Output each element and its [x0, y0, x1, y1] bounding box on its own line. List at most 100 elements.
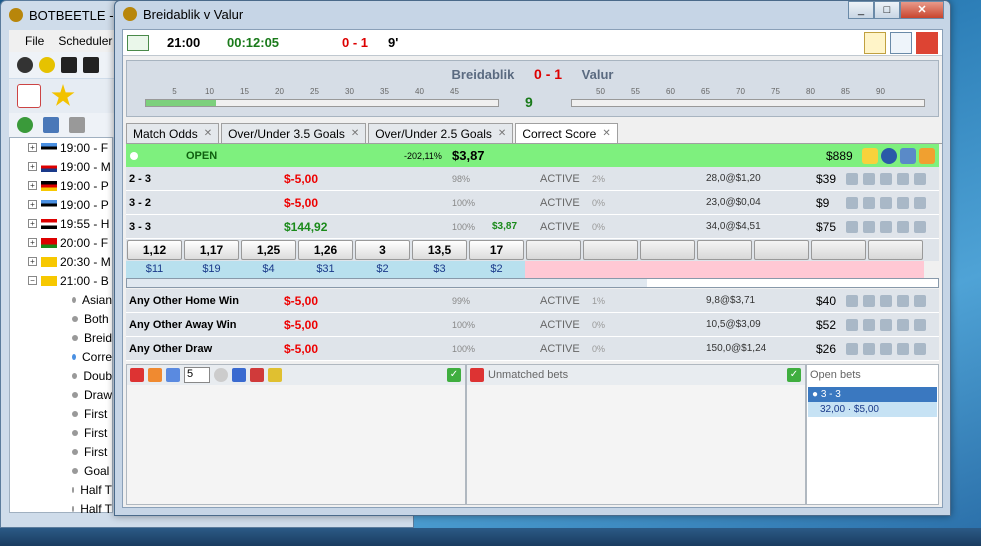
favorite-star-icon[interactable]: [862, 147, 878, 164]
pin-icon[interactable]: [916, 32, 938, 54]
stop-icon[interactable]: [214, 368, 228, 382]
close-icon[interactable]: [914, 294, 926, 307]
chart-icon[interactable]: [846, 294, 858, 307]
shield-yellow-icon[interactable]: [268, 368, 282, 382]
tab-market[interactable]: Over/Under 3.5 Goals ✕: [221, 123, 367, 143]
tree-market[interactable]: Half T: [10, 480, 112, 499]
ladder-price-button[interactable]: 1,17: [184, 240, 239, 260]
bars-icon[interactable]: [880, 318, 892, 331]
new-window-icon[interactable]: [890, 32, 912, 54]
ladder-scrollbar[interactable]: [126, 278, 939, 288]
unmatched-check-icon[interactable]: ✓: [787, 368, 801, 382]
chart-icon[interactable]: [846, 172, 858, 185]
minimize-button[interactable]: _: [848, 1, 874, 19]
tab-close-icon[interactable]: ✕: [498, 128, 506, 139]
tree-market[interactable]: Both: [10, 309, 112, 328]
filter-icon[interactable]: [43, 117, 59, 133]
ladder-price-button[interactable]: [640, 240, 695, 260]
tree-event[interactable]: +20:30 - M: [10, 252, 112, 271]
ladder-price-button[interactable]: 1,26: [298, 240, 353, 260]
tree-market[interactable]: Breid: [10, 328, 112, 347]
collapse-icon[interactable]: [897, 342, 909, 355]
soccer-icon[interactable]: [17, 57, 33, 73]
tools-icon[interactable]: [863, 318, 875, 331]
ladder-price-button[interactable]: 13,5: [412, 240, 467, 260]
ladder-price-button[interactable]: [697, 240, 752, 260]
stake-input[interactable]: 5: [184, 367, 210, 383]
tree-market[interactable]: Corre: [10, 347, 112, 366]
collapse-icon[interactable]: [897, 220, 909, 233]
horse-racing-icon[interactable]: [61, 57, 77, 73]
shield-blue-icon[interactable]: [232, 368, 246, 382]
maximize-button[interactable]: □: [874, 1, 900, 19]
shield-red-icon[interactable]: [250, 368, 264, 382]
tree-event[interactable]: +19:00 - M: [10, 157, 112, 176]
calendar-icon[interactable]: [17, 84, 41, 108]
bars-icon[interactable]: [880, 294, 892, 307]
close-icon[interactable]: [914, 172, 926, 185]
runner-row[interactable]: Any Other Home Win $-5,00 99% ACTIVE 1% 9,8@$…: [126, 289, 939, 313]
tree-event[interactable]: +20:00 - F: [10, 233, 112, 252]
chart-icon[interactable]: [846, 318, 858, 331]
runner-row[interactable]: 2 - 3 $-5,00 98% ACTIVE 2% 28,0@$1,20 $39: [126, 167, 939, 191]
tree-event[interactable]: +19:00 - P: [10, 176, 112, 195]
ladder-price-button[interactable]: [868, 240, 923, 260]
ladder-price-button[interactable]: [754, 240, 809, 260]
open-bet-detail[interactable]: 32,00 · $5,00: [808, 402, 937, 417]
runner-row[interactable]: Any Other Away Win $-5,00 100% ACTIVE 0% 10,5…: [126, 313, 939, 337]
expand-icon[interactable]: +: [28, 238, 37, 247]
tree-market[interactable]: First: [10, 423, 112, 442]
chart-icon[interactable]: [846, 220, 858, 233]
ladder-price-button[interactable]: [811, 240, 866, 260]
refresh-icon[interactable]: [17, 117, 33, 133]
tree-event[interactable]: +19:55 - H: [10, 214, 112, 233]
ladder-price-button[interactable]: [526, 240, 581, 260]
tab-close-icon[interactable]: ✕: [351, 128, 359, 139]
lightning-icon[interactable]: [919, 147, 935, 164]
graph-icon[interactable]: [900, 147, 916, 164]
ladder-price-button[interactable]: 1,25: [241, 240, 296, 260]
collapse-icon[interactable]: [897, 294, 909, 307]
tree-market[interactable]: First: [10, 404, 112, 423]
collapse-icon[interactable]: [897, 318, 909, 331]
add-window-icon[interactable]: [127, 35, 149, 51]
tools-icon[interactable]: [863, 220, 875, 233]
ladder-price-button[interactable]: [583, 240, 638, 260]
expand-icon[interactable]: +: [28, 162, 37, 171]
cancel-all-icon[interactable]: [130, 368, 144, 382]
settings-icon[interactable]: [69, 117, 85, 133]
ladder-price-button[interactable]: 3: [355, 240, 410, 260]
tree-market[interactable]: Goal: [10, 461, 112, 480]
tools-icon[interactable]: [863, 342, 875, 355]
tree-event[interactable]: − 21:00 - B: [10, 271, 112, 290]
tab-close-icon[interactable]: ✕: [602, 128, 610, 139]
bars-icon[interactable]: [880, 220, 892, 233]
tree-market[interactable]: Doub: [10, 366, 112, 385]
chart-icon[interactable]: [846, 342, 858, 355]
menu-scheduler[interactable]: Scheduler: [58, 34, 112, 48]
tree-market[interactable]: First: [10, 442, 112, 461]
tree-event[interactable]: +19:00 - F: [10, 138, 112, 157]
ladder-price-button[interactable]: 17: [469, 240, 524, 260]
tab-market[interactable]: Over/Under 2.5 Goals ✕: [368, 123, 514, 143]
close-icon[interactable]: [914, 318, 926, 331]
open-bet-selection[interactable]: ● 3 - 3: [808, 387, 937, 402]
runner-row[interactable]: 3 - 3 $144,92 100% $3,87 ACTIVE 0% 34,0@$4,51 $…: [126, 215, 939, 239]
bars-icon[interactable]: [880, 196, 892, 209]
tree-market[interactable]: Draw: [10, 385, 112, 404]
chart-icon[interactable]: [864, 32, 886, 54]
expand-icon[interactable]: +: [28, 257, 37, 266]
bars-icon[interactable]: [880, 172, 892, 185]
bars-icon[interactable]: [880, 342, 892, 355]
hammer-icon[interactable]: [148, 368, 162, 382]
cancel-unmatched-icon[interactable]: [470, 368, 484, 382]
tools-icon[interactable]: [863, 172, 875, 185]
expand-icon[interactable]: +: [28, 200, 37, 209]
expand-icon[interactable]: +: [28, 219, 37, 228]
info-icon[interactable]: [881, 147, 897, 164]
tennis-icon[interactable]: [39, 57, 55, 73]
favorites-star-icon[interactable]: [51, 84, 75, 106]
close-icon[interactable]: [914, 196, 926, 209]
collapse-icon[interactable]: [897, 172, 909, 185]
tools-icon[interactable]: [863, 196, 875, 209]
